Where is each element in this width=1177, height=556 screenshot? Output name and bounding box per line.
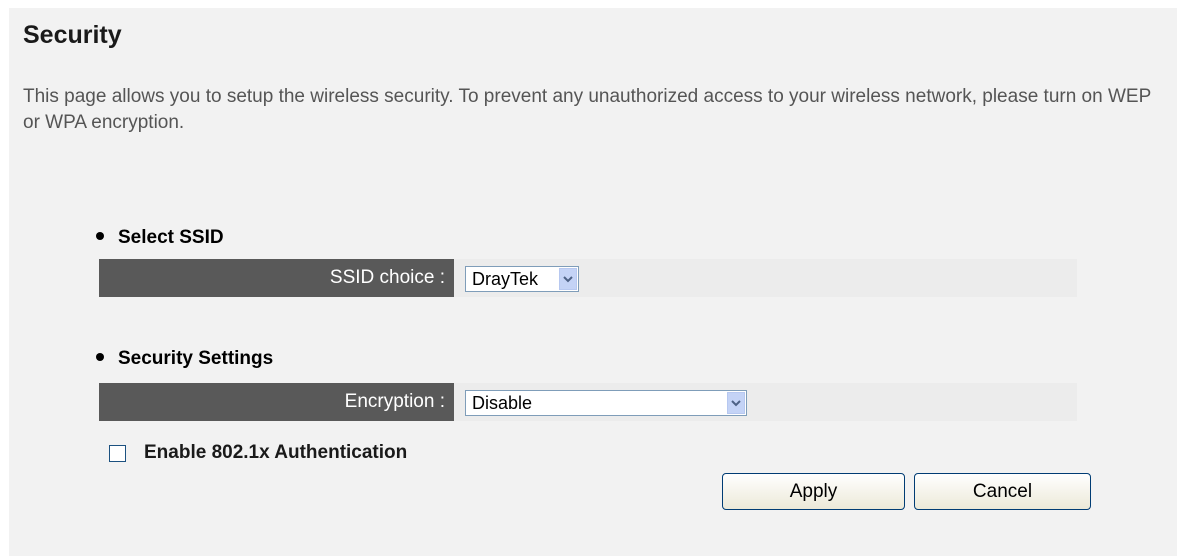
apply-button[interactable]: Apply: [722, 473, 905, 510]
ssid-choice-select[interactable]: DrayTek: [465, 266, 579, 292]
encryption-label: Encryption :: [99, 383, 454, 421]
ssid-choice-label: SSID choice :: [99, 259, 454, 297]
chevron-down-icon[interactable]: [559, 268, 577, 290]
enable-8021x-label[interactable]: Enable 802.1x Authentication: [144, 442, 407, 464]
encryption-select[interactable]: Disable: [465, 390, 747, 416]
ssid-choice-row: SSID choice : DrayTek: [99, 259, 1077, 297]
page-title: Security: [23, 21, 122, 49]
page-description: This page allows you to setup the wirele…: [23, 86, 1151, 133]
cancel-button[interactable]: Cancel: [914, 473, 1091, 510]
encryption-row: Encryption : Disable: [99, 383, 1077, 421]
security-settings-heading: Security Settings: [96, 347, 273, 371]
bullet-icon: [96, 352, 104, 361]
select-ssid-heading: Select SSID: [96, 226, 224, 250]
select-ssid-heading-text: Select SSID: [118, 227, 224, 248]
security-settings-heading-text: Security Settings: [118, 348, 274, 369]
enable-8021x-checkbox[interactable]: [109, 444, 126, 462]
auth-8021x-row: Enable 802.1x Authentication: [109, 441, 407, 465]
chevron-down-icon[interactable]: [727, 392, 745, 414]
ssid-choice-value: DrayTek: [472, 269, 539, 289]
bullet-icon: [96, 231, 104, 240]
encryption-value: Disable: [472, 393, 533, 413]
